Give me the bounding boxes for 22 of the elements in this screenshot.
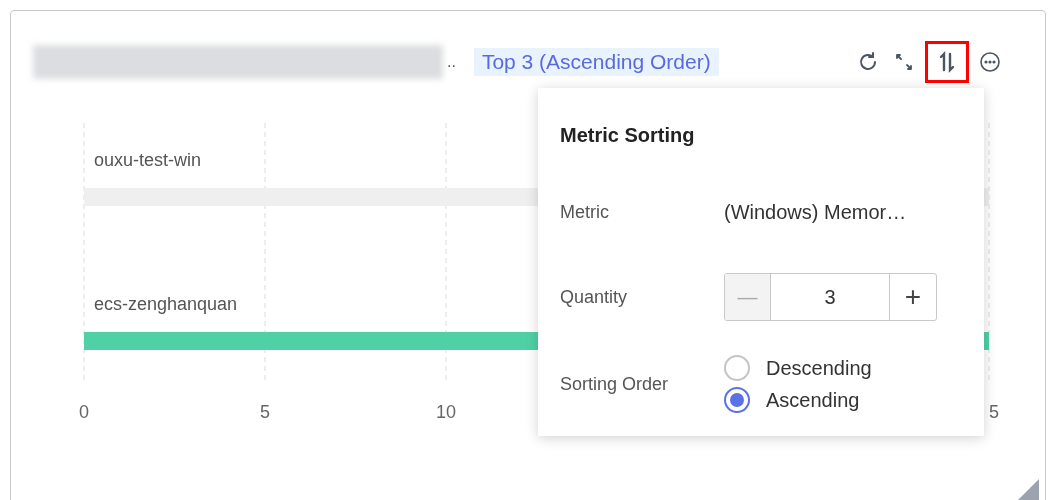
row-label: ouxu-test-win bbox=[94, 149, 202, 172]
more-icon bbox=[978, 50, 1002, 74]
metric-value: (Windows) Memor… bbox=[724, 200, 907, 225]
title-ellipsis: .. bbox=[447, 52, 456, 72]
row-label: ecs-zenghanquan bbox=[94, 293, 238, 316]
popover-title: Metric Sorting bbox=[560, 123, 695, 148]
radio-icon[interactable] bbox=[724, 355, 750, 381]
axis-tick-label: 10 bbox=[436, 401, 456, 423]
field-label: Metric bbox=[560, 200, 610, 224]
increment-button[interactable]: + bbox=[889, 274, 936, 320]
axis-tick-label: 0 bbox=[79, 401, 89, 423]
resize-handle-icon[interactable] bbox=[1017, 479, 1039, 500]
axis-tick-label: 5 bbox=[260, 401, 270, 423]
quantity-stepper[interactable]: — 3 + bbox=[724, 273, 937, 321]
field-label: Quantity bbox=[560, 285, 629, 309]
radio-icon[interactable] bbox=[724, 387, 750, 413]
sort-button[interactable] bbox=[925, 41, 969, 83]
top-badge: Top 3 (Ascending Order) bbox=[473, 48, 719, 76]
radio-option[interactable]: Descending bbox=[724, 355, 872, 381]
field-label: Sorting Order bbox=[560, 372, 670, 396]
radio-option[interactable]: Ascending bbox=[724, 387, 860, 413]
axis-tick-label: 5 bbox=[989, 401, 999, 423]
